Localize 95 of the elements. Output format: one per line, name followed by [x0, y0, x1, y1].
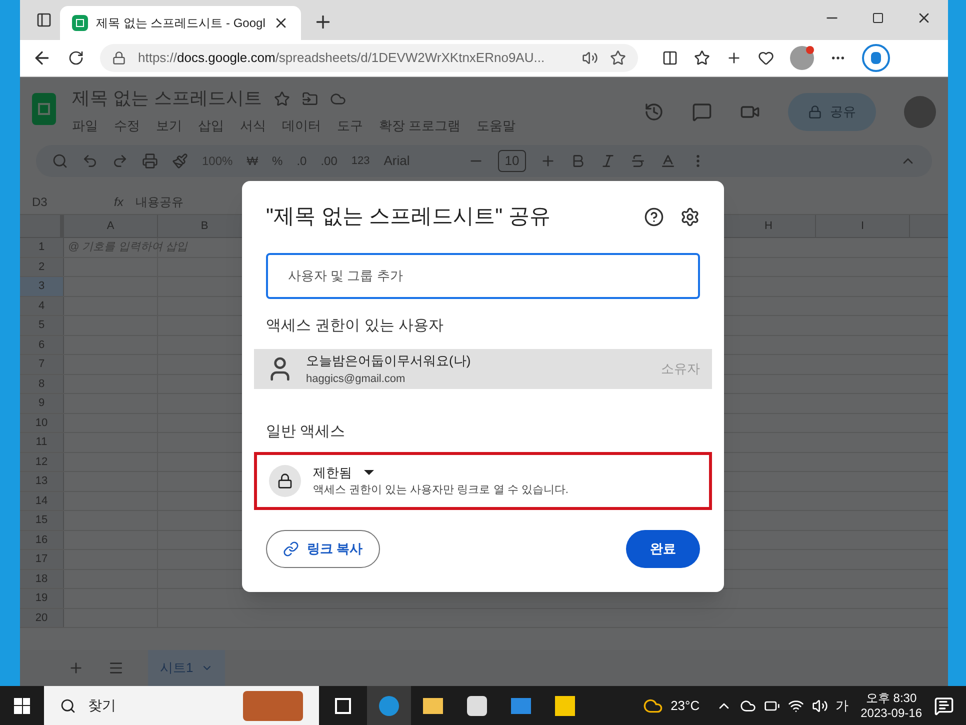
- star-icon[interactable]: [274, 90, 290, 106]
- row-header: 3: [20, 277, 64, 296]
- menu-item[interactable]: 확장 프로그램: [379, 116, 461, 136]
- tab-title: 제목 없는 스프레드시트 - Googl: [96, 15, 266, 32]
- menu-item[interactable]: 데이터: [282, 116, 321, 136]
- document-title[interactable]: 제목 없는 스프레드시트: [72, 85, 262, 112]
- access-description: 액세스 권한이 있는 사용자만 링크로 열 수 있습니다.: [313, 483, 568, 498]
- sheet-tab[interactable]: 시트1: [148, 650, 226, 686]
- formula-label: fx: [114, 194, 124, 210]
- section-heading: 액세스 권한이 있는 사용자: [266, 316, 445, 336]
- role-label: 소유자: [661, 360, 700, 378]
- person-name: 오늘밤은어둡이무서워요(나): [306, 352, 472, 370]
- row-header: 1: [20, 238, 64, 256]
- sheets-favicon: [72, 15, 88, 31]
- tab-actions-icon[interactable]: [36, 12, 52, 28]
- row-header: 6: [20, 336, 64, 354]
- help-icon[interactable]: [644, 206, 664, 227]
- notifications-icon[interactable]: [934, 696, 954, 716]
- link-icon: [283, 540, 299, 556]
- row-header: 13: [20, 472, 64, 490]
- currency-button[interactable]: ₩: [246, 152, 258, 170]
- favorite-icon[interactable]: [610, 50, 626, 66]
- menu-item[interactable]: 도구: [337, 116, 363, 136]
- maximize-icon[interactable]: [872, 12, 884, 24]
- menu-item[interactable]: 도움말: [476, 116, 516, 136]
- row-header: 16: [20, 530, 64, 549]
- column-header: I: [816, 215, 910, 237]
- decrease-decimal-button[interactable]: .0: [296, 152, 307, 170]
- row-header: 5: [20, 316, 64, 334]
- onedrive-icon[interactable]: [740, 698, 756, 714]
- column-header: A: [64, 215, 158, 237]
- sheets-logo-icon: [32, 93, 56, 125]
- formula-bar[interactable]: 내용공유: [135, 192, 184, 210]
- reload-icon[interactable]: [68, 50, 84, 66]
- browser-tab[interactable]: 제목 없는 스프레드시트 - Googl: [60, 6, 302, 40]
- row-header: 7: [20, 355, 64, 374]
- clock[interactable]: 오후 8:30 2023-09-16: [860, 690, 922, 720]
- row-header: 2: [20, 258, 64, 276]
- comments-icon[interactable]: [692, 102, 712, 122]
- dialog-title: "제목 없는 스프레드시트" 공유: [266, 204, 552, 230]
- favorites-icon[interactable]: [694, 50, 710, 66]
- menu-item[interactable]: 파일: [72, 116, 98, 136]
- read-aloud-icon[interactable]: [582, 50, 598, 66]
- settings-icon[interactable]: [680, 206, 700, 227]
- access-dropdown[interactable]: 제한됨: [313, 462, 374, 482]
- history-icon[interactable]: [644, 102, 664, 122]
- profile-avatar[interactable]: [790, 46, 814, 70]
- row-header: 11: [20, 433, 64, 452]
- move-icon[interactable]: [302, 90, 318, 106]
- row-header: 8: [20, 374, 64, 393]
- row-header: 15: [20, 511, 64, 530]
- menu-item[interactable]: 수정: [114, 116, 140, 136]
- copy-link-button[interactable]: 링크 복사: [266, 530, 380, 568]
- ime-indicator[interactable]: 가: [836, 696, 849, 716]
- menu-item[interactable]: 삽입: [198, 116, 224, 136]
- lock-icon: [269, 464, 301, 496]
- add-people-field[interactable]: 사용자 및 그룹 추가: [266, 252, 700, 298]
- row-header: 19: [20, 589, 64, 608]
- font-size-field[interactable]: 10: [498, 150, 526, 172]
- search-box[interactable]: 찾기: [44, 686, 319, 725]
- row-header: 20: [20, 608, 64, 627]
- text-color-icon[interactable]: [660, 153, 676, 169]
- row-header: 17: [20, 550, 64, 568]
- task-view-icon[interactable]: [335, 698, 351, 714]
- person-email: haggics@gmail.com: [306, 372, 406, 386]
- url-text: https://docs.google.com/spreadsheets/d/1DEVW2WrXKtnxERno9AU...: [138, 49, 546, 68]
- row-header: 18: [20, 570, 64, 588]
- percent-button[interactable]: %: [272, 152, 283, 170]
- name-box[interactable]: D3: [32, 192, 102, 210]
- weather-widget[interactable]: 23°C: [642, 696, 700, 716]
- health-icon[interactable]: [758, 50, 774, 66]
- done-button[interactable]: 완료: [626, 530, 700, 568]
- number-format-button[interactable]: 123: [351, 152, 370, 170]
- font-select[interactable]: Arial: [384, 151, 454, 171]
- row-header: 9: [20, 394, 64, 412]
- row-header: 14: [20, 492, 64, 510]
- address-bar[interactable]: https://docs.google.com/spreadsheets/d/1DEVW2WrXKtnxERno9AU...: [100, 44, 638, 72]
- section-heading: 일반 액세스: [266, 422, 346, 442]
- animal-illustration: [243, 690, 303, 720]
- lock-icon: [112, 51, 126, 65]
- volume-icon[interactable]: [812, 698, 828, 714]
- network-icon[interactable]: [788, 698, 804, 714]
- collections-icon[interactable]: [726, 50, 742, 66]
- cloud-icon[interactable]: [330, 90, 346, 106]
- search-placeholder: 찾기: [88, 696, 117, 715]
- menu-item[interactable]: 서식: [240, 116, 266, 136]
- split-screen-icon[interactable]: [662, 50, 678, 66]
- start-icon[interactable]: [14, 698, 30, 714]
- search-icon: [60, 698, 76, 714]
- increase-decimal-button[interactable]: .00: [320, 152, 338, 170]
- menu-item[interactable]: 보기: [156, 116, 182, 136]
- row-header: 12: [20, 452, 64, 471]
- row-header: 10: [20, 414, 64, 432]
- lock-icon: [808, 105, 822, 119]
- row-header: 4: [20, 296, 64, 315]
